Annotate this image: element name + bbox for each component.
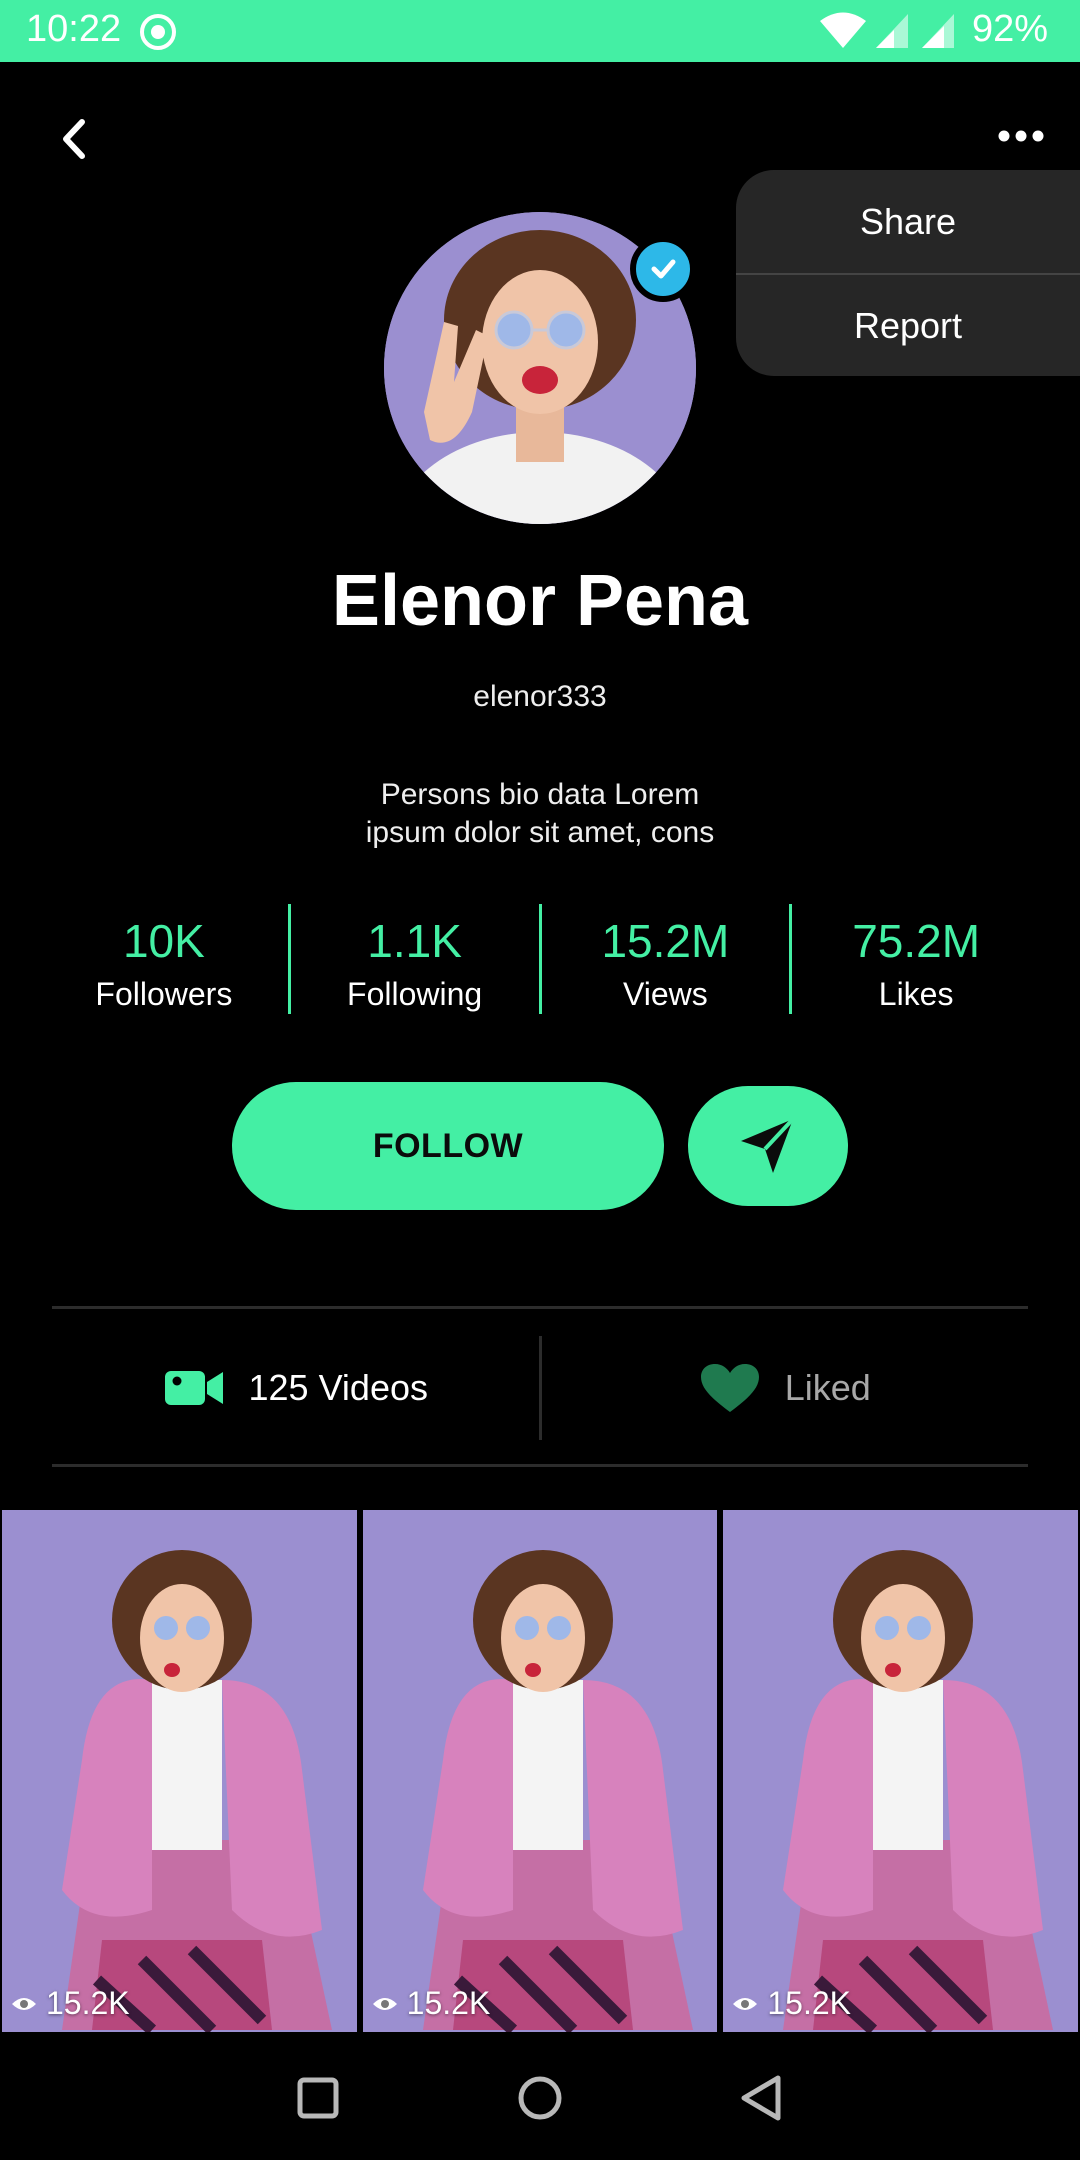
views-count: 15.2K <box>46 1985 130 2021</box>
signal-icon <box>876 14 908 48</box>
battery-percentage: 92% <box>972 8 1049 50</box>
bio-line-1: Persons bio data Lorem <box>380 778 700 811</box>
eye-icon <box>733 1997 758 2010</box>
wifi-icon <box>820 12 866 48</box>
video-thumbnail[interactable]: 15.2K <box>362 1510 718 2032</box>
stat-value: 15.2M <box>601 915 730 967</box>
record-icon <box>140 14 176 50</box>
video-camera-icon <box>164 1371 223 1405</box>
menu-item-share[interactable]: Share <box>736 170 1080 273</box>
tab-label: Liked <box>784 1367 871 1408</box>
stat-value: 10K <box>122 915 205 967</box>
thumbnail-views: 15.2K <box>731 1985 851 2022</box>
send-message-button[interactable] <box>688 1086 848 1206</box>
profile-username: elenor333 <box>473 680 607 713</box>
options-menu: Share Report <box>736 170 1080 376</box>
tab-label: 125 Videos <box>248 1367 429 1408</box>
back-icon[interactable] <box>52 112 100 166</box>
stat-likes: 75.2M Likes <box>789 904 1040 1014</box>
video-grid: 15.2K 15.2K 15.2K <box>2 1510 1079 2032</box>
heart-icon <box>700 1364 759 1412</box>
profile-stats: 10K Followers 1.1K Following 15.2M Views… <box>40 904 1040 1014</box>
thumbnail-image <box>362 1510 718 2032</box>
thumbnail-views: 15.2K <box>10 1985 130 2022</box>
stat-label: Likes <box>878 976 954 1012</box>
tab-videos[interactable]: 125 Videos <box>52 1310 539 1466</box>
stat-views: 15.2M Views <box>538 904 790 1014</box>
stat-value: 1.1K <box>367 915 462 967</box>
video-thumbnail[interactable]: 15.2K <box>2 1510 357 2032</box>
home-icon[interactable] <box>510 2068 570 2128</box>
stat-label: Views <box>622 976 708 1012</box>
divider <box>52 1306 1028 1309</box>
content-tabs: 125 Videos Liked <box>52 1310 1028 1466</box>
verified-badge-icon <box>630 236 696 302</box>
tab-liked[interactable]: Liked <box>538 1336 1029 1440</box>
stat-following[interactable]: 1.1K Following <box>287 904 539 1014</box>
profile-name: Elenor Pena <box>331 561 749 641</box>
stat-label: Followers <box>95 976 233 1012</box>
status-bar: 10:22 92% <box>0 0 1080 62</box>
video-thumbnail[interactable]: 15.2K <box>723 1510 1079 2032</box>
recents-icon[interactable] <box>288 2068 348 2128</box>
signal-icon-2 <box>922 14 954 48</box>
eye-icon <box>372 1997 397 2010</box>
eye-icon <box>12 1997 36 2010</box>
menu-item-report[interactable]: Report <box>736 273 1080 376</box>
status-time: 10:22 <box>26 8 122 50</box>
thumbnail-image <box>2 1510 357 2032</box>
send-icon <box>741 1117 795 1173</box>
bio-line-2: ipsum dolor sit amet, cons <box>365 816 715 849</box>
thumbnail-image <box>723 1510 1079 2032</box>
profile-bio: Persons bio data Lorem ipsum dolor sit a… <box>340 776 740 852</box>
stat-label: Following <box>347 976 483 1012</box>
thumbnail-views: 15.2K <box>371 1985 491 2022</box>
stat-followers[interactable]: 10K Followers <box>40 904 288 1014</box>
views-count: 15.2K <box>767 1985 851 2021</box>
views-count: 15.2K <box>406 1985 491 2021</box>
stat-value: 75.2M <box>852 915 981 967</box>
back-nav-icon[interactable] <box>732 2068 792 2128</box>
navigation-bar <box>0 2032 1080 2160</box>
more-options-icon[interactable] <box>996 118 1046 154</box>
follow-button[interactable]: FOLLOW <box>232 1082 664 1210</box>
divider <box>52 1464 1028 1467</box>
